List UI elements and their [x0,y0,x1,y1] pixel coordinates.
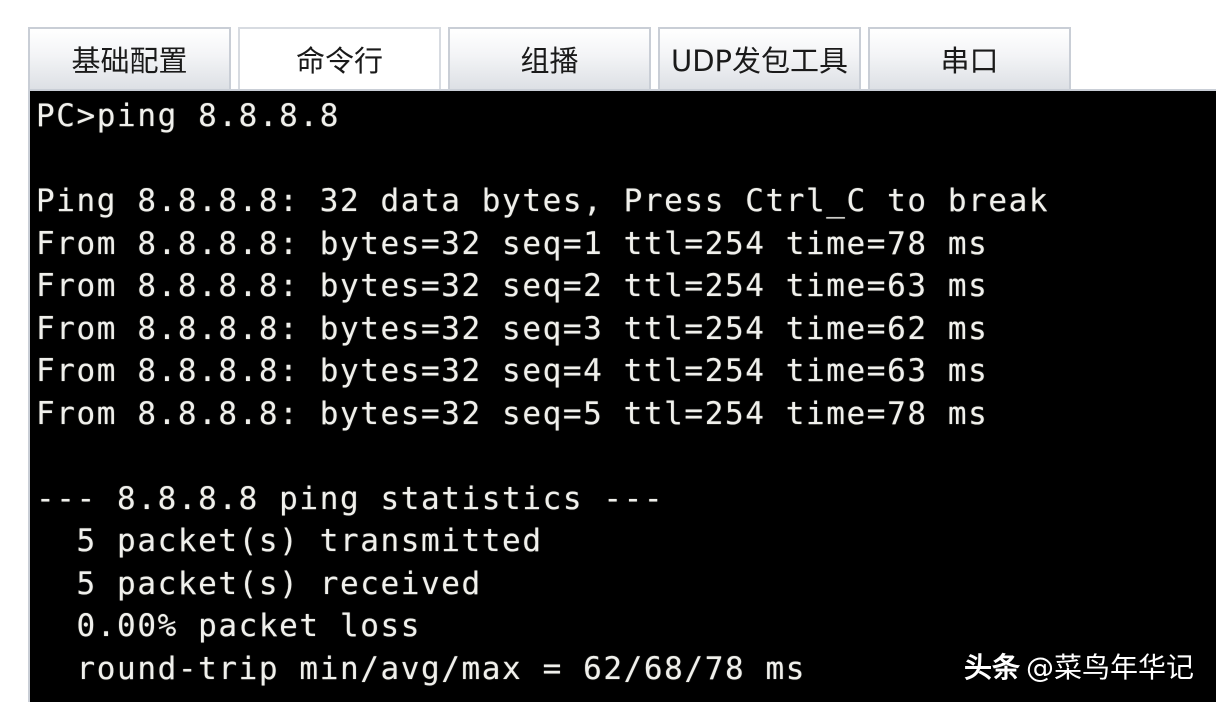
tab-multicast[interactable]: 组播 [448,27,651,89]
terminal-line-reply: From 8.8.8.8: bytes=32 seq=1 ttl=254 tim… [36,225,989,262]
tab-serial-port[interactable]: 串口 [868,27,1071,89]
terminal-line-transmitted: 5 packet(s) transmitted [36,523,543,559]
tab-bar: 基础配置 命令行 组播 UDP发包工具 串口 [28,27,1216,89]
app-window: 基础配置 命令行 组播 UDP发包工具 串口 PC>ping 8.8.8.8 P… [0,0,1216,702]
tab-command-line[interactable]: 命令行 [238,27,441,89]
tab-udp-tool[interactable]: UDP发包工具 [658,27,861,89]
terminal-line-loss: 0.00% packet loss [36,608,422,644]
watermark: 头条 @菜鸟年华记 [964,646,1194,686]
terminal-line-reply: From 8.8.8.8: bytes=32 seq=5 ttl=254 tim… [36,395,989,432]
terminal-output: PC>ping 8.8.8.8 Ping 8.8.8.8: 32 data by… [36,95,1049,690]
tab-label: 基础配置 [71,44,188,78]
terminal-line-ping-header: Ping 8.8.8.8: 32 data bytes, Press Ctrl_… [36,183,1050,219]
watermark-brand: 头条 [963,651,1020,684]
terminal-line-round-trip: round-trip min/avg/max = 62/68/78 ms [36,650,807,687]
watermark-handle: @菜鸟年华记 [1025,651,1194,684]
tab-label: 组播 [520,44,579,78]
terminal-line-received: 5 packet(s) received [36,565,482,602]
terminal-line-stats-header: --- 8.8.8.8 ping statistics --- [36,480,665,517]
terminal-line-reply: From 8.8.8.8: bytes=32 seq=4 ttl=254 tim… [36,353,989,389]
terminal-line-reply: From 8.8.8.8: bytes=32 seq=3 ttl=254 tim… [36,310,989,347]
terminal-line-command: PC>ping 8.8.8.8 [36,98,340,134]
tab-label: UDP发包工具 [670,44,849,78]
tab-label: 串口 [940,44,999,78]
terminal-console[interactable]: PC>ping 8.8.8.8 Ping 8.8.8.8: 32 data by… [28,89,1216,702]
tab-label: 命令行 [295,44,383,78]
terminal-line-reply: From 8.8.8.8: bytes=32 seq=2 ttl=254 tim… [36,268,989,304]
tab-basic-config[interactable]: 基础配置 [28,27,231,89]
